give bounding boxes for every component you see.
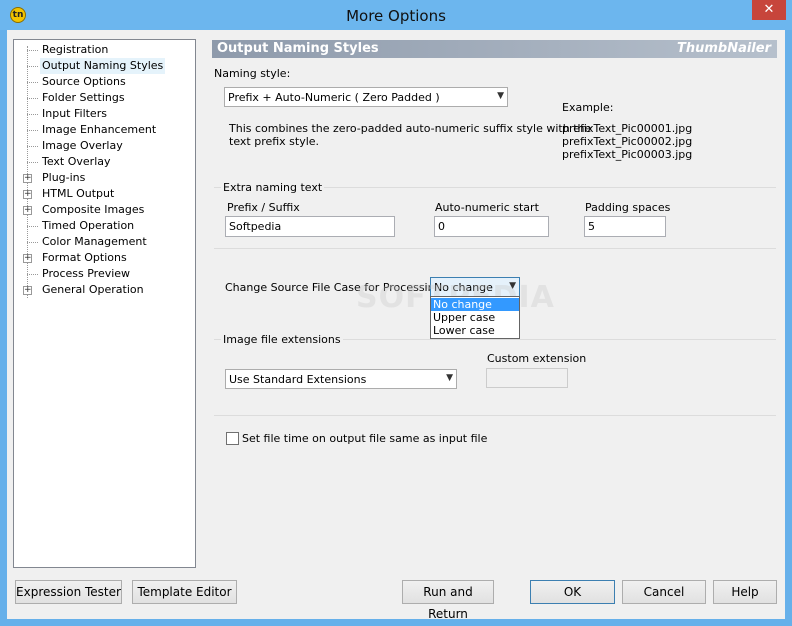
example-filename: prefixText_Pic00001.jpg bbox=[562, 122, 693, 135]
tree-item-label: Registration bbox=[42, 43, 109, 56]
tree-item-label: Timed Operation bbox=[42, 219, 135, 232]
tree-connector bbox=[27, 146, 38, 147]
tree-item[interactable]: + General Operation bbox=[14, 282, 195, 298]
file-case-option[interactable]: No change bbox=[431, 298, 519, 311]
tree-connector bbox=[27, 98, 38, 99]
naming-style-value: Prefix + Auto-Numeric ( Zero Padded ) bbox=[228, 91, 440, 104]
tree-item[interactable]: + Format Options bbox=[14, 250, 195, 266]
chevron-down-icon: ▼ bbox=[446, 373, 453, 383]
naming-style-select[interactable]: Prefix + Auto-Numeric ( Zero Padded ) ▼ bbox=[224, 87, 508, 107]
expand-icon[interactable]: + bbox=[23, 254, 32, 263]
extensions-value: Use Standard Extensions bbox=[229, 373, 367, 386]
help-button[interactable]: Help bbox=[713, 580, 777, 604]
close-icon: ✕ bbox=[763, 2, 775, 17]
example-filename: prefixText_Pic00003.jpg bbox=[562, 148, 693, 161]
title-bar[interactable]: tn More Options ✕ bbox=[0, 0, 792, 30]
image-extensions-legend: Image file extensions bbox=[221, 333, 343, 346]
tree-connector bbox=[27, 274, 38, 275]
tree-item-label: Image Overlay bbox=[42, 139, 123, 152]
window-title: More Options bbox=[346, 7, 446, 25]
tree-item-label: Image Enhancement bbox=[42, 123, 157, 136]
section-header: Output Naming Styles ThumbNailer bbox=[212, 40, 777, 58]
tree-connector bbox=[27, 242, 38, 243]
tree-item-label: Input Filters bbox=[42, 107, 107, 120]
tree-item-label: Format Options bbox=[42, 251, 127, 264]
file-case-option[interactable]: Lower case bbox=[431, 324, 519, 337]
cancel-button[interactable]: Cancel bbox=[622, 580, 706, 604]
tree-item[interactable]: Input Filters bbox=[14, 106, 195, 122]
custom-extension-label: Custom extension bbox=[487, 352, 587, 365]
tree-item[interactable]: Text Overlay bbox=[14, 154, 195, 170]
auto-numeric-start-value: 0 bbox=[438, 220, 445, 233]
tree-connector bbox=[27, 82, 38, 83]
tree-connector bbox=[27, 130, 38, 131]
tree-item[interactable]: Timed Operation bbox=[14, 218, 195, 234]
prefix-suffix-input[interactable]: Softpedia bbox=[225, 216, 395, 237]
brand-label: ThumbNailer bbox=[676, 41, 771, 56]
tree-connector bbox=[27, 226, 38, 227]
padding-spaces-value: 5 bbox=[588, 220, 595, 233]
tree-item[interactable]: Source Options bbox=[14, 74, 195, 90]
extra-naming-legend: Extra naming text bbox=[221, 181, 325, 194]
chevron-down-icon: ▼ bbox=[497, 91, 504, 101]
auto-numeric-start-input[interactable]: 0 bbox=[434, 216, 549, 237]
tree-item[interactable]: + Plug-ins bbox=[14, 170, 195, 186]
prefix-suffix-value: Softpedia bbox=[229, 220, 282, 233]
tree-item[interactable]: Process Preview bbox=[14, 266, 195, 282]
expand-icon[interactable]: + bbox=[23, 190, 32, 199]
padding-spaces-input[interactable]: 5 bbox=[584, 216, 666, 237]
file-case-option[interactable]: Upper case bbox=[431, 311, 519, 324]
tree-item[interactable]: Registration bbox=[14, 42, 195, 58]
tree-item-label: Output Naming Styles bbox=[40, 58, 166, 74]
expand-icon[interactable]: + bbox=[23, 206, 32, 215]
tree-item[interactable]: Image Overlay bbox=[14, 138, 195, 154]
naming-style-label: Naming style: bbox=[214, 67, 291, 80]
tree-item-label: Color Management bbox=[42, 235, 147, 248]
tree-item-label: Process Preview bbox=[42, 267, 131, 280]
tree-item-label: Composite Images bbox=[42, 203, 145, 216]
expression-tester-button[interactable]: Expression Tester bbox=[15, 580, 122, 604]
tree-item[interactable]: + HTML Output bbox=[14, 186, 195, 202]
tree-item[interactable]: Color Management bbox=[14, 234, 195, 250]
extensions-select[interactable]: Use Standard Extensions ▼ bbox=[225, 369, 457, 389]
tree-connector bbox=[27, 50, 38, 51]
padding-spaces-label: Padding spaces bbox=[585, 201, 671, 214]
close-button[interactable]: ✕ bbox=[752, 0, 786, 20]
run-and-return-button[interactable]: Run and Return bbox=[402, 580, 494, 621]
tree-item[interactable]: Output Naming Styles bbox=[14, 58, 195, 74]
example-label: Example: bbox=[562, 101, 614, 114]
tree-connector bbox=[27, 66, 38, 67]
naming-description-line1: This combines the zero-padded auto-numer… bbox=[229, 122, 592, 135]
expand-icon[interactable]: + bbox=[23, 174, 32, 183]
tree-connector bbox=[27, 162, 38, 163]
dialog-client: Registration Output Naming Styles Source O… bbox=[7, 30, 785, 621]
auto-numeric-start-label: Auto-numeric start bbox=[435, 201, 539, 214]
template-editor-button[interactable]: Template Editor bbox=[132, 580, 237, 604]
tree-item-label: Folder Settings bbox=[42, 91, 125, 104]
options-tree[interactable]: Registration Output Naming Styles Source O… bbox=[13, 39, 196, 568]
expand-icon[interactable]: + bbox=[23, 286, 32, 295]
file-time-label: Set file time on output file same as inp… bbox=[242, 432, 488, 445]
tree-connector bbox=[27, 114, 38, 115]
naming-description-line2: text prefix style. bbox=[229, 135, 320, 148]
file-time-checkbox[interactable] bbox=[226, 432, 239, 445]
tree-item-label: General Operation bbox=[42, 283, 144, 296]
ok-button[interactable]: OK bbox=[530, 580, 615, 604]
tree-item[interactable]: + Composite Images bbox=[14, 202, 195, 218]
tree-item[interactable]: Image Enhancement bbox=[14, 122, 195, 138]
prefix-suffix-label: Prefix / Suffix bbox=[227, 201, 300, 214]
tree-item-label: HTML Output bbox=[42, 187, 115, 200]
tree-item-label: Source Options bbox=[42, 75, 126, 88]
tree-item-label: Plug-ins bbox=[42, 171, 86, 184]
more-options-window: tn More Options ✕ Registration Output Nam… bbox=[0, 0, 792, 626]
custom-extension-input[interactable] bbox=[486, 368, 568, 388]
file-case-dropdown-list[interactable]: No change Upper case Lower case bbox=[430, 296, 520, 339]
tree-item-label: Text Overlay bbox=[42, 155, 111, 168]
section-title: Output Naming Styles bbox=[217, 41, 379, 56]
example-filename: prefixText_Pic00002.jpg bbox=[562, 135, 693, 148]
tree-item[interactable]: Folder Settings bbox=[14, 90, 195, 106]
